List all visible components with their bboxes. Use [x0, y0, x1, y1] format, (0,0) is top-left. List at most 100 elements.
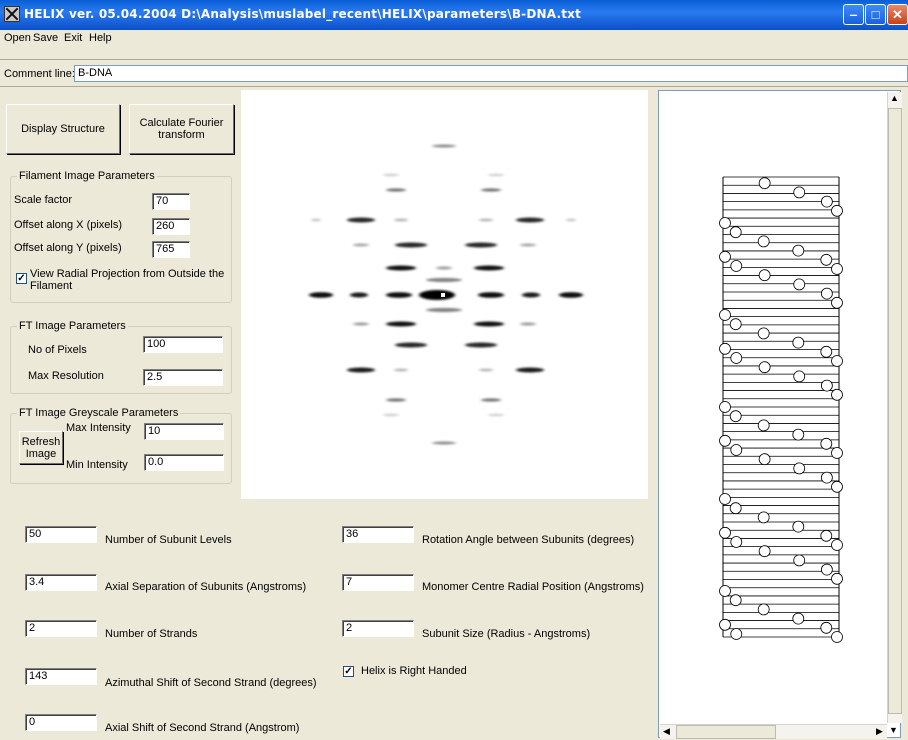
- scroll-down-icon[interactable]: ▼: [887, 724, 900, 737]
- subunit-circle: [729, 318, 742, 331]
- max-resolution-label: Max Resolution: [28, 370, 104, 382]
- azimuthal-shift-input[interactable]: 143: [25, 668, 97, 685]
- subunit-circle: [831, 572, 843, 585]
- subunit-circle: [831, 204, 843, 217]
- subunit-circle: [758, 545, 771, 558]
- axial-shift-input[interactable]: 0: [25, 714, 97, 731]
- subunit-circle: [820, 529, 833, 542]
- refresh-image-button[interactable]: Refresh Image: [19, 431, 63, 464]
- subunit-circle: [831, 631, 843, 643]
- subunit-circle: [820, 195, 833, 208]
- menu-save[interactable]: Save: [33, 32, 58, 44]
- scale-factor-input[interactable]: 70: [152, 193, 190, 210]
- subunit-circle: [792, 520, 805, 533]
- window-title: HELIX ver. 05.04.2004 D:\Analysis\muslab…: [24, 7, 582, 21]
- right-handed-checkbox[interactable]: ✓: [343, 666, 354, 677]
- offset-y-input[interactable]: 765: [152, 241, 190, 258]
- subunit-circle: [729, 502, 742, 515]
- subunit-size-input[interactable]: 2: [342, 620, 414, 637]
- menu-exit[interactable]: Exit: [64, 32, 82, 44]
- helix-structure-diagram: [719, 176, 843, 643]
- subunit-circle: [757, 327, 770, 340]
- subunit-levels-label: Number of Subunit Levels: [105, 534, 232, 546]
- strands-label: Number of Strands: [105, 628, 198, 640]
- subunit-circle: [793, 462, 806, 475]
- right-handed-label: Helix is Right Handed: [361, 665, 467, 677]
- menu-open[interactable]: Open: [4, 32, 31, 44]
- scroll-right-icon[interactable]: ▶: [873, 725, 886, 738]
- subunit-circle: [757, 603, 770, 616]
- display-structure-button[interactable]: Display Structure: [6, 104, 120, 154]
- subunit-circle: [719, 493, 731, 505]
- subunit-circle: [820, 621, 833, 634]
- monomer-radial-input[interactable]: 7: [342, 574, 414, 591]
- subunit-circle: [793, 186, 806, 199]
- subunit-levels-input[interactable]: 50: [25, 526, 97, 543]
- close-icon[interactable]: ✕: [887, 4, 908, 25]
- subunit-circle: [729, 410, 742, 423]
- subunit-size-label: Subunit Size (Radius - Angstroms): [422, 628, 591, 640]
- subunit-circle: [730, 352, 743, 364]
- subunit-circle: [758, 453, 771, 466]
- offset-x-input[interactable]: 260: [152, 218, 190, 235]
- axial-separation-label: Axial Separation of Subunits (Angstroms): [105, 581, 307, 593]
- radial-projection-checkbox[interactable]: ✓: [16, 273, 27, 284]
- subunit-circle: [793, 554, 806, 567]
- subunit-circle: [758, 177, 771, 190]
- monomer-radial-label: Monomer Centre Radial Position (Angstrom…: [422, 581, 644, 593]
- subunit-circle: [820, 563, 833, 576]
- offset-x-label: Offset along X (pixels): [14, 219, 123, 231]
- minimize-icon[interactable]: ‒: [843, 4, 864, 25]
- comment-input[interactable]: B-DNA: [74, 65, 908, 82]
- min-intensity-input[interactable]: 0.0: [144, 454, 224, 471]
- subunit-circle: [820, 379, 833, 392]
- structure-view-panel: [658, 90, 901, 738]
- subunit-circle: [792, 612, 805, 625]
- maximize-icon[interactable]: □: [865, 4, 886, 25]
- subunit-circle: [792, 428, 805, 441]
- fourier-transform-image: [241, 90, 648, 499]
- scroll-thumb[interactable]: [676, 725, 776, 739]
- subunit-circle: [719, 585, 731, 597]
- menu-help[interactable]: Help: [89, 32, 112, 44]
- calculate-ft-button[interactable]: Calculate Fourier transform: [129, 104, 234, 154]
- subunit-circle: [719, 217, 731, 229]
- subunit-circle: [729, 226, 742, 239]
- offset-y-label: Offset along Y (pixels): [14, 242, 122, 254]
- azimuthal-shift-label: Azimuthal Shift of Second Strand (degree…: [105, 677, 317, 689]
- no-of-pixels-input[interactable]: 100: [143, 336, 223, 353]
- scroll-thumb[interactable]: [888, 108, 902, 714]
- subunit-circle: [757, 419, 770, 432]
- subunit-circle: [792, 244, 805, 257]
- subunit-circle: [729, 594, 742, 607]
- scroll-left-icon[interactable]: ◀: [660, 725, 673, 738]
- scroll-up-icon[interactable]: ▲: [888, 92, 901, 105]
- subunit-circle: [719, 434, 731, 447]
- subunit-circle: [820, 437, 833, 450]
- axial-shift-label: Axial Shift of Second Strand (Angstrom): [105, 722, 300, 734]
- subunit-circle: [831, 388, 843, 401]
- subunit-circle: [730, 260, 743, 272]
- max-resolution-input[interactable]: 2.5: [143, 369, 223, 386]
- divider: [0, 59, 908, 60]
- subunit-circle: [757, 511, 770, 524]
- max-intensity-input[interactable]: 10: [144, 423, 224, 440]
- min-intensity-label: Min Intensity: [66, 459, 128, 471]
- subunit-circle: [719, 309, 731, 321]
- rotation-angle-input[interactable]: 36: [342, 526, 414, 543]
- subunit-circle: [820, 345, 833, 358]
- subunit-circle: [793, 278, 806, 291]
- subunit-circle: [831, 480, 843, 493]
- title-bar: HELIX ver. 05.04.2004 D:\Analysis\muslab…: [0, 0, 908, 30]
- axial-separation-input[interactable]: 3.4: [25, 574, 97, 591]
- subunit-circle: [730, 536, 743, 548]
- subunit-circle: [757, 235, 770, 248]
- subunit-circle: [758, 361, 771, 374]
- subunit-circle: [792, 336, 805, 349]
- divider: [0, 86, 908, 87]
- strands-input[interactable]: 2: [25, 620, 97, 637]
- subunit-circle: [820, 287, 833, 300]
- horizontal-scrollbar[interactable]: ◀ ▶: [660, 724, 887, 739]
- subunit-circle: [831, 355, 843, 367]
- vertical-scrollbar[interactable]: ▲: [887, 92, 902, 723]
